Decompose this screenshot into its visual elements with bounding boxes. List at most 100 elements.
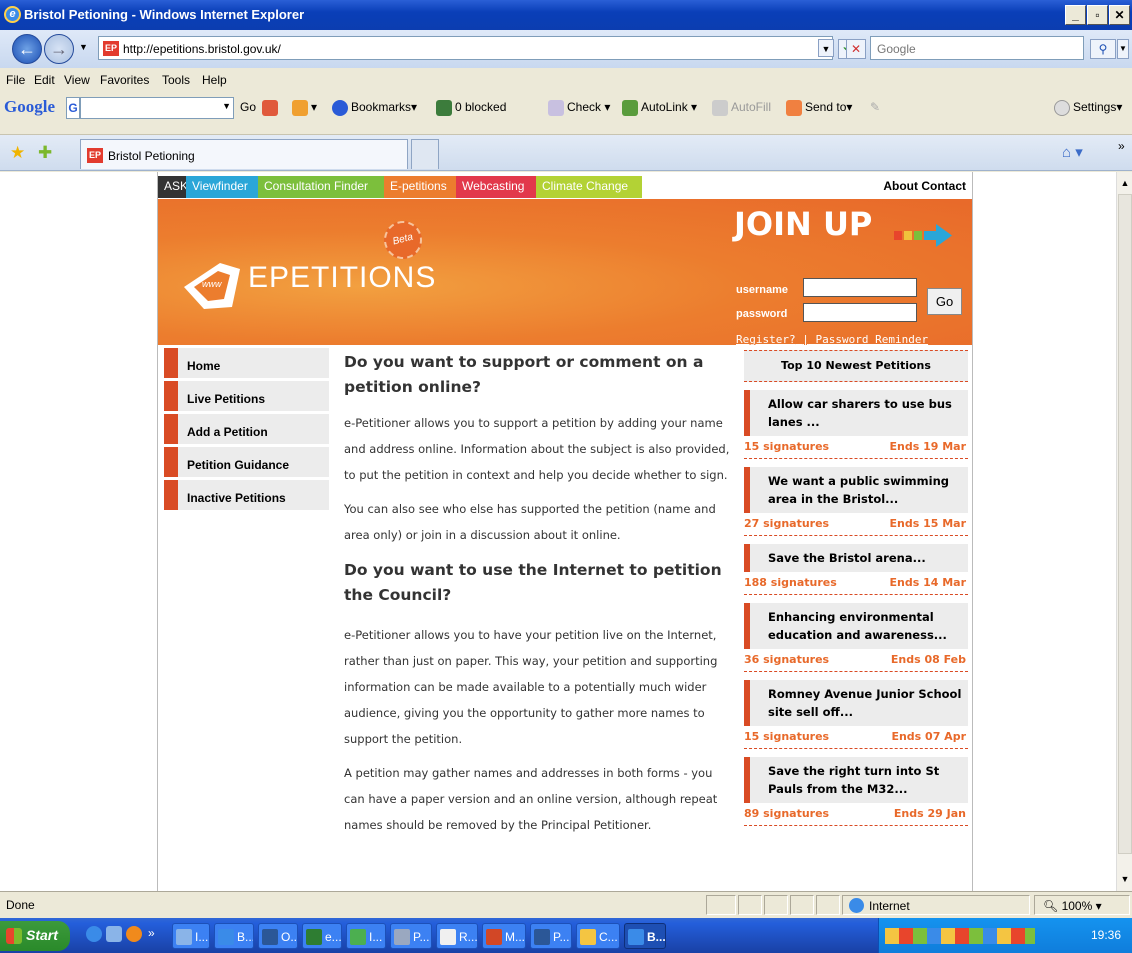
heading-use-internet: Do you want to use the Internet to petit…: [344, 561, 722, 604]
autofill-button[interactable]: AutoFill: [712, 100, 771, 116]
petition-item[interactable]: Save the right turn into St Pauls from t…: [744, 757, 968, 826]
tab-label: Bristol Petioning: [108, 149, 195, 163]
add-favorites-icon[interactable]: ✚: [38, 143, 52, 163]
password-field[interactable]: [803, 303, 917, 322]
menu-favorites[interactable]: Favorites: [100, 73, 149, 87]
pagerank-icon[interactable]: [262, 100, 281, 116]
firefox-quicklaunch-icon[interactable]: [126, 926, 142, 942]
taskbar-button[interactable]: I...: [172, 923, 210, 949]
settings-button[interactable]: Settings▾: [1054, 100, 1122, 116]
forward-button[interactable]: →: [44, 34, 74, 64]
scroll-down-arrow-icon[interactable]: ▼: [1118, 870, 1132, 888]
tray-icons[interactable]: [885, 928, 1035, 944]
password-reminder-link[interactable]: Password Reminder: [815, 333, 928, 346]
petition-item[interactable]: Save the Bristol arena... 188 signatures…: [744, 544, 968, 595]
outlook-quicklaunch-icon[interactable]: [106, 926, 122, 942]
taskbar-button[interactable]: O...: [258, 923, 298, 949]
join-up-heading: JOIN UP: [734, 205, 873, 243]
nav-e-petitions[interactable]: E-petitions: [384, 176, 456, 198]
site-banner: www EPETITIONS Beta JOIN UP username pas…: [158, 199, 972, 346]
start-button[interactable]: Start: [0, 921, 70, 951]
nav-climate-label: Climate Change: [542, 179, 629, 193]
menu-view[interactable]: View: [64, 73, 90, 87]
taskbar-button[interactable]: e...: [302, 923, 342, 949]
taskbar-button[interactable]: P...: [390, 923, 432, 949]
taskbar-button-active[interactable]: B...: [624, 923, 666, 949]
menu-file[interactable]: File: [6, 73, 25, 87]
task-icon: [218, 929, 234, 945]
about-contact-links[interactable]: About Contact: [883, 179, 966, 193]
home-icon[interactable]: ⌂ ▾: [1062, 143, 1083, 161]
nav-consultation-finder[interactable]: Consultation Finder: [258, 176, 384, 198]
zoom-icon: 🔍︎: [1043, 899, 1059, 913]
zoom-control[interactable]: 🔍︎ 100% ▾: [1034, 895, 1130, 915]
petition-title[interactable]: Enhancing environmental education and aw…: [744, 603, 968, 649]
ie-quicklaunch-icon[interactable]: [86, 926, 102, 942]
left-nav-petition-guidance[interactable]: Petition Guidance: [164, 447, 329, 477]
taskbar-button[interactable]: M...: [482, 923, 526, 949]
taskbar-button[interactable]: P...: [530, 923, 572, 949]
stop-icon[interactable]: ✕: [846, 39, 866, 59]
bookmarks-button[interactable]: Bookmarks▾: [332, 100, 417, 116]
google-toolbar-logo[interactable]: Google: [4, 97, 55, 117]
vertical-scrollbar[interactable]: ▲ ▼: [1116, 172, 1132, 891]
left-nav-add-petition[interactable]: Add a Petition: [164, 414, 329, 444]
petition-item[interactable]: We want a public swimming area in the Br…: [744, 467, 968, 536]
scroll-thumb[interactable]: [1118, 194, 1132, 854]
nav-viewfinder[interactable]: Viewfinder: [186, 176, 258, 198]
security-zone[interactable]: Internet: [842, 895, 1030, 915]
petition-title[interactable]: We want a public swimming area in the Br…: [744, 467, 968, 513]
taskbar-button[interactable]: B...: [214, 923, 254, 949]
petition-title[interactable]: Romney Avenue Junior School site sell of…: [744, 680, 968, 726]
favorites-star-icon[interactable]: ★: [10, 143, 25, 163]
left-nav-live-petitions[interactable]: Live Petitions: [164, 381, 329, 411]
petition-title[interactable]: Save the right turn into St Pauls from t…: [744, 757, 968, 803]
menu-tools[interactable]: Tools: [162, 73, 190, 87]
left-nav-inactive-petitions[interactable]: Inactive Petitions: [164, 480, 329, 510]
taskbar-button[interactable]: I...: [346, 923, 386, 949]
search-options-dropdown[interactable]: ▼: [1117, 39, 1129, 59]
google-g-icon[interactable]: G: [66, 97, 80, 119]
taskbar-button[interactable]: R...: [436, 923, 478, 949]
address-dropdown-button[interactable]: ▼: [818, 39, 834, 57]
petition-item[interactable]: Enhancing environmental education and aw…: [744, 603, 968, 672]
nav-webcasting[interactable]: Webcasting: [456, 176, 536, 198]
username-field[interactable]: [803, 278, 917, 297]
register-link[interactable]: Register?: [736, 333, 796, 346]
tab-bristol-petioning[interactable]: EP Bristol Petioning: [80, 139, 408, 169]
petition-item[interactable]: Romney Avenue Junior School site sell of…: [744, 680, 968, 749]
close-button[interactable]: ✕: [1109, 5, 1130, 25]
toolbar-overflow-icon[interactable]: »: [1118, 139, 1125, 153]
task-label: P...: [553, 930, 570, 944]
petition-title[interactable]: Save the Bristol arena...: [744, 544, 968, 572]
autolink-button[interactable]: AutoLink ▾: [622, 100, 697, 116]
menu-edit[interactable]: Edit: [34, 73, 55, 87]
popup-blocker-button[interactable]: 0 blocked: [436, 100, 506, 116]
minimize-button[interactable]: _: [1065, 5, 1086, 25]
login-go-button[interactable]: Go: [927, 288, 962, 315]
petition-title[interactable]: Allow car sharers to use bus lanes ...: [744, 390, 968, 436]
back-button[interactable]: ←: [12, 34, 42, 64]
highlight-icon[interactable]: ✎: [870, 100, 880, 114]
search-icon[interactable]: ⚲: [1090, 39, 1116, 59]
taskbar-button[interactable]: C...: [576, 923, 620, 949]
quicklaunch-overflow-icon[interactable]: »: [148, 926, 155, 940]
recent-pages-dropdown[interactable]: ▼: [79, 42, 88, 52]
google-go-button[interactable]: Go: [240, 100, 256, 114]
left-nav-home[interactable]: Home: [164, 348, 329, 378]
google-search-box[interactable]: ▼: [80, 97, 234, 119]
nav-ask[interactable]: ASK: [158, 176, 188, 198]
news-icon[interactable]: ▾: [292, 100, 317, 116]
address-bar[interactable]: EP http://epetitions.bristol.gov.uk/: [98, 36, 833, 60]
search-input[interactable]: Google: [870, 36, 1084, 60]
task-icon: [580, 929, 596, 945]
spellcheck-button[interactable]: Check ▾: [548, 100, 610, 116]
new-tab-button[interactable]: [411, 139, 439, 169]
restore-button[interactable]: ▫: [1087, 5, 1108, 25]
menu-help[interactable]: Help: [202, 73, 227, 87]
scroll-up-arrow-icon[interactable]: ▲: [1118, 174, 1132, 192]
sendto-button[interactable]: Send to▾: [786, 100, 852, 116]
petition-item[interactable]: Allow car sharers to use bus lanes ... 1…: [744, 390, 968, 459]
nav-climate-change[interactable]: Climate Change: [536, 176, 642, 198]
status-pane: [764, 895, 788, 915]
